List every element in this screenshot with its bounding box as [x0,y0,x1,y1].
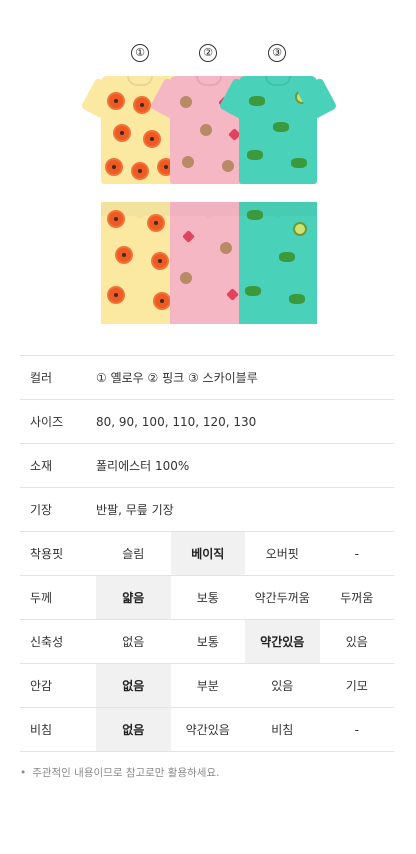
rating-label: 두께 [20,575,96,620]
variant-marker-1: ① [131,44,149,62]
spec-label: 사이즈 [20,399,96,444]
rating-row: 비침 없음 약간있음 비침 - [20,707,394,752]
note-text: 주관적인 내용이므로 참고로만 활용하세요. [32,767,220,779]
rating-row: 신축성 없음 보통 약간있음 있음 [20,619,394,664]
spec-value: ① 옐로우 ② 핑크 ③ 스카이블루 [96,355,394,400]
rating-option-selected: 얇음 [96,575,171,620]
rating-option: 부분 [170,663,245,708]
rating-option: 보통 [170,619,245,664]
rating-option: 없음 [96,619,171,664]
sky-blue-tshirt [239,76,317,184]
rating-option: - [319,531,394,576]
product-image: ① ② ③ [0,0,416,330]
spec-table: 컬러 ① 옐로우 ② 핑크 ③ 스카이블루 사이즈 80, 90, 100, 110,… [20,355,394,752]
rating-label: 착용핏 [20,531,96,576]
note-bullet: • [20,767,27,779]
rating-option: 슬림 [96,531,171,576]
rating-row: 착용핏 슬림 베이직 오버핏 - [20,531,394,576]
rating-option: 보통 [170,575,245,620]
rating-row: 안감 없음 부분 있음 기모 [20,663,394,708]
spec-row: 사이즈 80, 90, 100, 110, 120, 130 [20,399,394,444]
spec-value: 폴리에스터 100% [96,443,394,488]
rating-label: 신축성 [20,619,96,664]
sky-blue-shorts [239,202,317,324]
rating-option: 비침 [245,707,320,752]
rating-option-selected: 없음 [96,663,171,708]
disclaimer-note: • 주관적인 내용이므로 참고로만 활용하세요. [20,765,219,780]
pink-shorts [170,202,248,324]
rating-option-selected: 약간있음 [245,619,320,664]
spec-table-body: 컬러 ① 옐로우 ② 핑크 ③ 스카이블루 사이즈 80, 90, 100, 110,… [20,355,394,752]
rating-option: 약간있음 [170,707,245,752]
yellow-shorts [101,202,179,324]
spec-row: 기장 반팔, 무릎 기장 [20,487,394,532]
rating-option: 기모 [319,663,394,708]
spec-label: 컬러 [20,355,96,400]
rating-option: 있음 [319,619,394,664]
spec-row: 컬러 ① 옐로우 ② 핑크 ③ 스카이블루 [20,355,394,400]
rating-option: 두꺼움 [319,575,394,620]
spec-label: 기장 [20,487,96,532]
rating-option: 오버핏 [245,531,320,576]
rating-option-selected: 베이직 [170,531,245,576]
spec-value: 반팔, 무릎 기장 [96,487,394,532]
rating-option: - [319,707,394,752]
variant-marker-2: ② [199,44,217,62]
spec-value: 80, 90, 100, 110, 120, 130 [96,399,394,444]
rating-option: 있음 [245,663,320,708]
rating-row: 두께 얇음 보통 약간두꺼움 두꺼움 [20,575,394,620]
rating-label: 안감 [20,663,96,708]
variant-marker-3: ③ [268,44,286,62]
rating-option-selected: 없음 [96,707,171,752]
rating-label: 비침 [20,707,96,752]
spec-row: 소재 폴리에스터 100% [20,443,394,488]
rating-option: 약간두꺼움 [245,575,320,620]
spec-label: 소재 [20,443,96,488]
